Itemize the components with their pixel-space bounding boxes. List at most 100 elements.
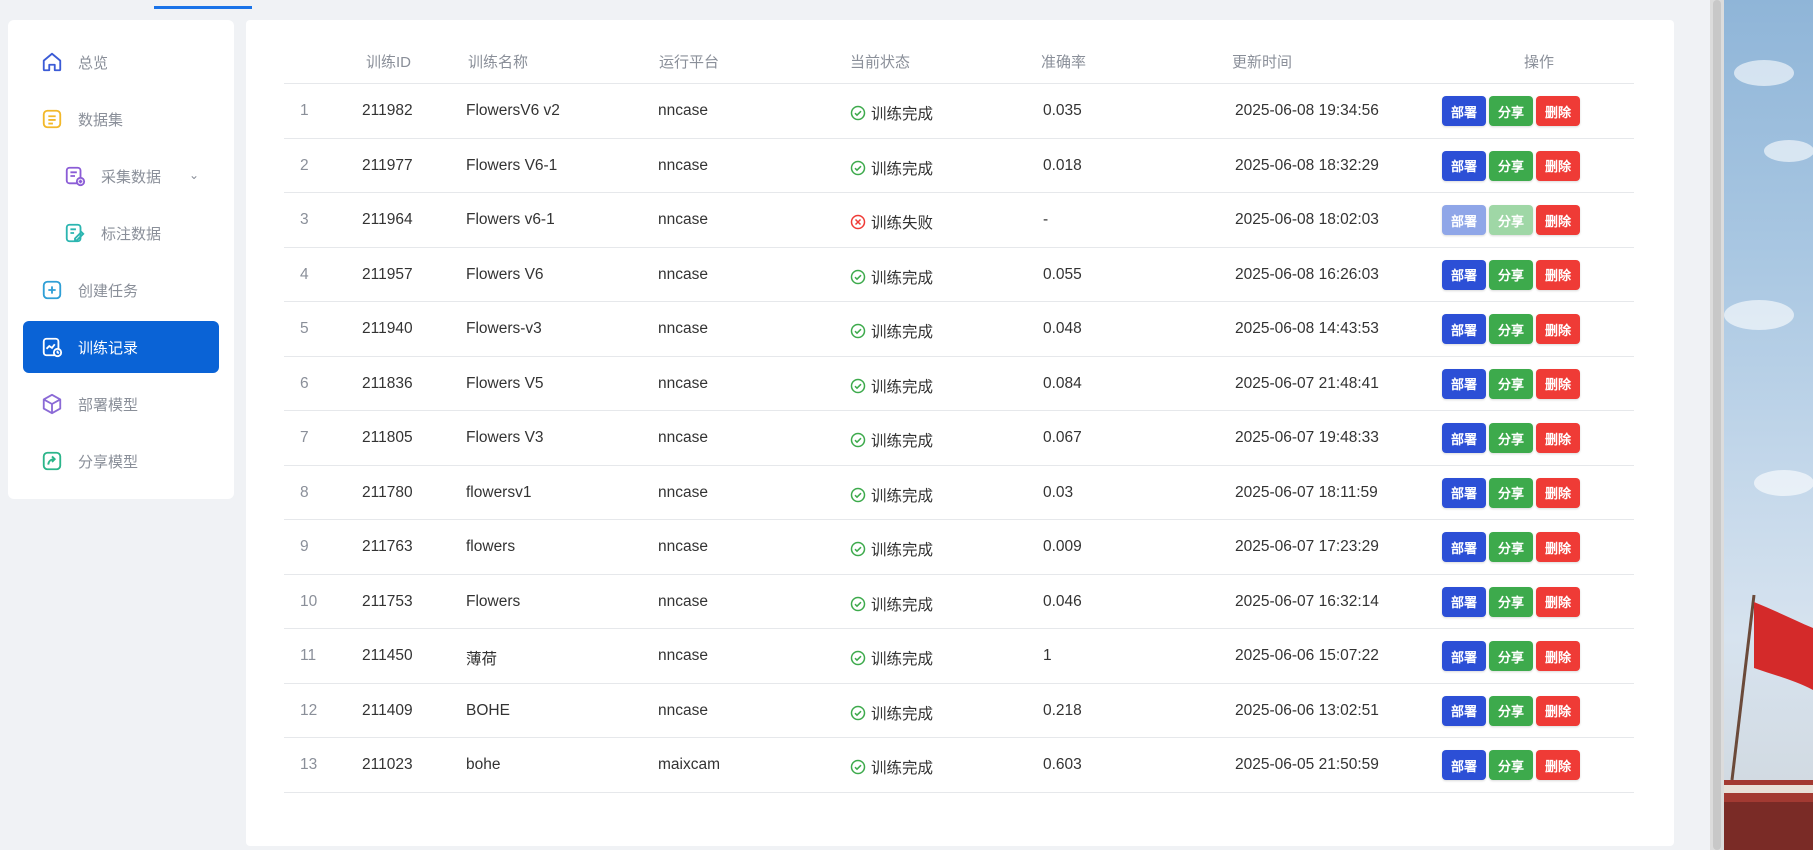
share-button[interactable]: 分享 <box>1489 641 1533 671</box>
table-row: 4 211957 Flowers V6 nncase 训练完成 0.055 2025-06-… <box>284 248 1634 302</box>
status: 训练完成 <box>850 756 933 778</box>
training-id: 211964 <box>362 211 413 228</box>
deploy-button[interactable]: 部署 <box>1442 150 1486 181</box>
share-button[interactable]: 分享 <box>1489 314 1533 344</box>
updated-time: 2025-06-07 21:48:41 <box>1235 374 1379 392</box>
training-name: 薄荷 <box>466 651 498 668</box>
accuracy: 1 <box>1043 647 1052 664</box>
share-button[interactable]: 分享 <box>1489 368 1533 399</box>
deploy-button[interactable]: 部署 <box>1442 259 1486 290</box>
training-name: Flowers-v3 <box>466 320 542 337</box>
share-button[interactable]: 分享 <box>1489 586 1533 617</box>
deploy-button[interactable]: 部署 <box>1442 695 1486 726</box>
check-circle-icon <box>850 487 871 503</box>
deploy-button[interactable]: 部署 <box>1442 314 1486 344</box>
share-button[interactable]: 分享 <box>1489 695 1533 726</box>
table-row: 1 211982 FlowersV6 v2 nncase 训练完成 0.035 2025-0… <box>284 84 1634 139</box>
check-circle-icon <box>850 759 871 775</box>
status: 训练完成 <box>850 429 933 451</box>
deploy-button[interactable]: 部署 <box>1442 586 1486 617</box>
accuracy: 0.084 <box>1043 374 1082 392</box>
updated-time: 2025-06-08 18:02:03 <box>1235 211 1379 228</box>
platform: nncase <box>658 429 708 446</box>
training-name: Flowers V5 <box>466 374 544 392</box>
sidebar-item-create-task[interactable]: 创建任务 <box>23 264 219 316</box>
platform: nncase <box>658 211 708 228</box>
annotate-data-icon <box>63 221 87 245</box>
row-number: 10 <box>300 592 318 610</box>
delete-button[interactable]: 删除 <box>1536 586 1580 617</box>
check-circle-icon <box>850 160 871 176</box>
share-button[interactable]: 分享 <box>1489 259 1533 290</box>
delete-button[interactable]: 删除 <box>1536 368 1580 399</box>
share-button[interactable]: 分享 <box>1489 96 1533 126</box>
accuracy: 0.055 <box>1043 265 1082 283</box>
platform: nncase <box>658 320 708 337</box>
share-button[interactable]: 分享 <box>1489 423 1533 453</box>
status: 训练完成 <box>850 266 933 288</box>
sidebar-item-label: 分享模型 <box>78 453 139 471</box>
deploy-button[interactable]: 部署 <box>1442 368 1486 399</box>
delete-button[interactable]: 删除 <box>1536 750 1580 780</box>
check-circle-icon <box>850 541 871 557</box>
deploy-button[interactable]: 部署 <box>1442 423 1486 453</box>
deploy-button[interactable]: 部署 <box>1442 96 1486 126</box>
chevron-down-icon[interactable]: ⌄ <box>189 168 199 182</box>
delete-button[interactable]: 删除 <box>1536 96 1580 126</box>
sidebar-item-label: 训练记录 <box>78 339 139 357</box>
share-button[interactable]: 分享 <box>1489 477 1533 508</box>
training-name: BOHE <box>466 701 510 719</box>
share-icon <box>40 449 64 473</box>
updated-time: 2025-06-07 18:11:59 <box>1235 483 1378 501</box>
table-row: 13 211023 bohe maixcam 训练完成 0.603 2025-06-05 2… <box>284 738 1634 793</box>
deploy-button[interactable]: 部署 <box>1442 641 1486 671</box>
sidebar-item-share-model[interactable]: 分享模型 <box>23 435 219 487</box>
sidebar-item-dataset[interactable]: 数据集 <box>23 93 219 145</box>
delete-button[interactable]: 删除 <box>1536 477 1580 508</box>
share-button[interactable]: 分享 <box>1489 150 1533 181</box>
sidebar-item-annotate-data[interactable]: 标注数据 <box>23 207 219 259</box>
delete-button[interactable]: 删除 <box>1536 314 1580 344</box>
updated-time: 2025-06-08 18:32:29 <box>1235 156 1379 174</box>
training-id: 211940 <box>362 320 413 337</box>
sidebar-item-training-records[interactable]: 训练记录 <box>23 321 219 373</box>
deploy-button[interactable]: 部署 <box>1442 477 1486 508</box>
cube-icon <box>40 392 64 416</box>
status-text: 训练失败 <box>871 215 934 232</box>
sidebar-item-overview[interactable]: 总览 <box>23 36 219 88</box>
scrollbar-thumb[interactable] <box>1713 0 1721 850</box>
training-id: 211982 <box>362 102 413 119</box>
share-button[interactable]: 分享 <box>1489 532 1533 562</box>
delete-button[interactable]: 删除 <box>1536 205 1580 235</box>
delete-button[interactable]: 删除 <box>1536 259 1580 290</box>
share-button[interactable]: 分享 <box>1489 205 1533 235</box>
sidebar-item-deploy-model[interactable]: 部署模型 <box>23 378 219 430</box>
training-id: 211836 <box>362 374 413 392</box>
sidebar: 总览 数据集 采集数据 ⌄ 标注数据 创建任务 训练记录 部署模型 分享模型 <box>8 20 234 499</box>
delete-button[interactable]: 删除 <box>1536 695 1580 726</box>
deploy-button[interactable]: 部署 <box>1442 205 1486 235</box>
training-name: Flowers V3 <box>466 429 544 446</box>
sidebar-item-collect-data[interactable]: 采集数据 ⌄ <box>23 150 219 202</box>
table-row: 6 211836 Flowers V5 nncase 训练完成 0.084 2025-06-… <box>284 357 1634 411</box>
row-number: 1 <box>300 102 309 119</box>
training-name: Flowers <box>466 592 521 610</box>
updated-time: 2025-06-06 15:07:22 <box>1235 647 1379 664</box>
status-text: 训练完成 <box>871 160 934 178</box>
share-button[interactable]: 分享 <box>1489 750 1533 780</box>
training-id: 211763 <box>362 538 413 555</box>
page-scrollbar[interactable] <box>1710 0 1724 850</box>
deploy-button[interactable]: 部署 <box>1442 750 1486 780</box>
home-icon <box>40 50 64 74</box>
table-row: 8 211780 flowersv1 nncase 训练完成 0.03 2025-06-07… <box>284 466 1634 520</box>
table-row: 7 211805 Flowers V3 nncase 训练完成 0.067 2025-06-… <box>284 411 1634 466</box>
delete-button[interactable]: 删除 <box>1536 423 1580 453</box>
background-photo <box>1724 0 1813 850</box>
delete-button[interactable]: 删除 <box>1536 532 1580 562</box>
sidebar-item-label: 创建任务 <box>78 282 139 300</box>
row-number: 13 <box>300 756 318 773</box>
training-id: 211805 <box>362 429 413 446</box>
delete-button[interactable]: 删除 <box>1536 641 1580 671</box>
delete-button[interactable]: 删除 <box>1536 150 1580 181</box>
deploy-button[interactable]: 部署 <box>1442 532 1486 562</box>
